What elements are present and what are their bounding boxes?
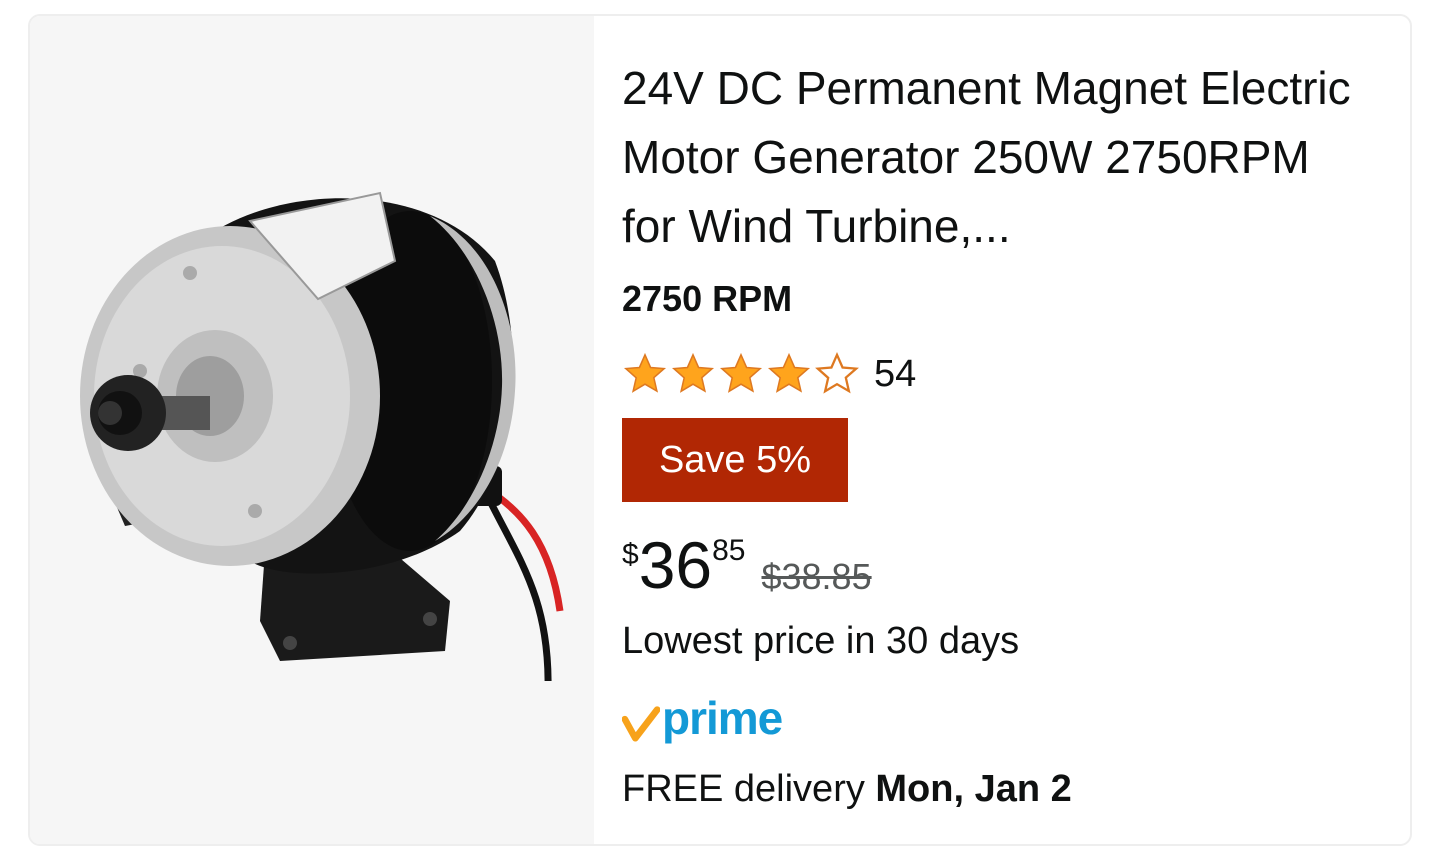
rating-row[interactable]: 54 <box>622 346 916 402</box>
product-image[interactable] <box>30 16 594 844</box>
list-price: $38.85 <box>761 556 872 597</box>
prime-check-icon <box>622 706 660 742</box>
price-symbol: $ <box>622 538 639 571</box>
delivery-date: Mon, Jan 2 <box>875 768 1072 810</box>
delivery-info: FREE delivery Mon, Jan 2 <box>622 768 1072 811</box>
star-full-icon <box>719 352 763 393</box>
delivery-prefix: FREE delivery <box>622 768 876 810</box>
product-title[interactable]: 24V DC Permanent Magnet Electric Motor G… <box>622 54 1362 261</box>
price-note: Lowest price in 30 days <box>622 620 1020 662</box>
star-full-icon <box>767 352 811 393</box>
star-rating[interactable] <box>622 351 862 397</box>
review-count[interactable]: 54 <box>874 353 916 396</box>
star-full-icon <box>671 352 715 393</box>
star-empty-icon <box>815 351 859 394</box>
product-card[interactable]: 24V DC Permanent Magnet Electric Motor G… <box>28 14 1412 846</box>
price-fraction: 85 <box>712 534 746 567</box>
star-full-icon <box>623 352 667 393</box>
price: $ 36 85 $38.85 <box>622 528 872 618</box>
variant-label: 2750 RPM <box>622 278 793 319</box>
product-info: 24V DC Permanent Magnet Electric Motor G… <box>622 16 1390 844</box>
deal-badge: Save 5% <box>622 418 848 502</box>
prime-badge: prime <box>622 688 783 748</box>
motor-image <box>80 191 564 681</box>
price-whole: 36 <box>638 528 713 602</box>
prime-label: prime <box>662 692 783 744</box>
